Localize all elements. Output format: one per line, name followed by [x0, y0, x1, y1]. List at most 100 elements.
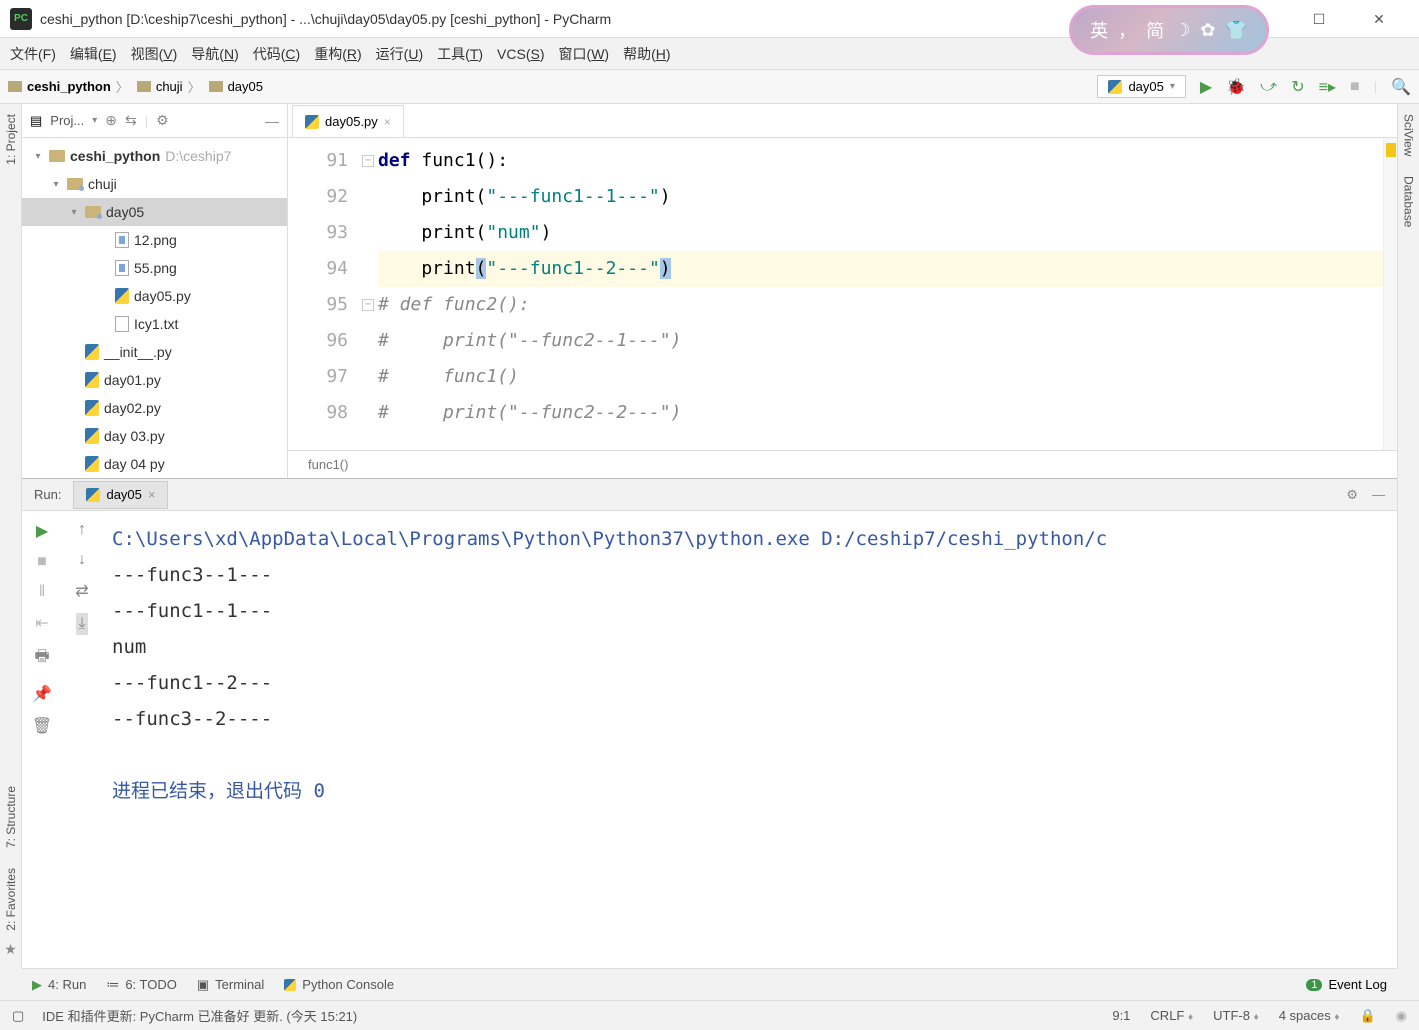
- menu-item[interactable]: 代码(C): [253, 44, 300, 64]
- stop-button[interactable]: ■: [1350, 78, 1360, 96]
- close-button[interactable]: ✕: [1359, 4, 1399, 34]
- menu-item[interactable]: VCS(S): [497, 46, 544, 62]
- project-tree[interactable]: ▾ceshi_python D:\ceship7▾chuji▾day0512.p…: [22, 138, 287, 478]
- locate-icon[interactable]: ⊕: [105, 112, 117, 129]
- python-icon: [1108, 80, 1122, 94]
- run-tab-label: day05: [106, 487, 141, 502]
- breadcrumb-item[interactable]: day05: [209, 79, 263, 94]
- editor-body[interactable]: 91−92939495−969798 def func1(): print("-…: [288, 138, 1397, 450]
- menu-item[interactable]: 编辑(E): [70, 44, 117, 64]
- menu-item[interactable]: 窗口(W): [559, 44, 610, 64]
- tree-node[interactable]: ▾day05: [22, 198, 287, 226]
- tree-node[interactable]: day 03.py: [22, 422, 287, 450]
- chevron-down-icon[interactable]: ▾: [92, 115, 97, 126]
- event-log-button[interactable]: Event Log: [1328, 977, 1387, 992]
- tree-node[interactable]: day02.py: [22, 394, 287, 422]
- run-output[interactable]: C:\Users\xd\AppData\Local\Programs\Pytho…: [102, 511, 1397, 968]
- search-button[interactable]: 🔍: [1391, 77, 1411, 97]
- rerun-button[interactable]: ▶: [36, 521, 48, 541]
- collapse-icon[interactable]: ⇆: [125, 112, 137, 129]
- breadcrumb-item[interactable]: chuji〉: [137, 77, 201, 96]
- gear-icon[interactable]: ⚙: [1346, 487, 1358, 503]
- down-icon[interactable]: ↓: [78, 551, 86, 569]
- moon-icon: ☽: [1174, 20, 1190, 41]
- bottom-tool-strip: ▶4: Run ≔6: TODO ▣Terminal Python Consol…: [22, 968, 1397, 1000]
- status-icon[interactable]: ▢: [12, 1008, 24, 1024]
- marker-bar[interactable]: [1383, 138, 1397, 450]
- up-icon[interactable]: ↑: [78, 521, 86, 539]
- exit-icon[interactable]: ⇤: [35, 613, 48, 633]
- close-icon[interactable]: ×: [384, 115, 391, 129]
- editor-tab-day05[interactable]: day05.py ×: [292, 105, 404, 137]
- run-gutter: ▶ ■ ‖ ⇤ 🖶 📌 🗑 ↑ ↓ ⇄ ⤓: [22, 511, 102, 968]
- status-message: IDE 和插件更新: PyCharm 已准备好 更新. (今天 15:21): [42, 1006, 357, 1025]
- ime-lang: 英: [1090, 17, 1108, 43]
- menu-item[interactable]: 重构(R): [314, 44, 361, 64]
- tree-node[interactable]: 55.png: [22, 254, 287, 282]
- favorites-tool-button[interactable]: 2: Favorites: [4, 868, 18, 931]
- tree-node[interactable]: day 04 py: [22, 450, 287, 478]
- tree-node[interactable]: Icy1.txt: [22, 310, 287, 338]
- close-icon[interactable]: ×: [148, 487, 156, 502]
- hide-icon[interactable]: —: [265, 113, 279, 129]
- menu-item[interactable]: 导航(N): [191, 44, 238, 64]
- menu-item[interactable]: 文件(F): [10, 44, 56, 64]
- editor-tab-label: day05.py: [325, 114, 378, 129]
- database-tool-button[interactable]: Database: [1402, 176, 1416, 227]
- main-area: ▤ Proj... ▾ ⊕ ⇆ | ⚙ — ▾ceshi_python D:\c…: [22, 104, 1397, 968]
- profile-button[interactable]: ↻: [1291, 77, 1304, 97]
- editor-code[interactable]: def func1(): print("---func1--1---") pri…: [378, 138, 1383, 450]
- breadcrumb-item[interactable]: ceshi_python〉: [8, 77, 129, 96]
- tree-node[interactable]: ▾chuji: [22, 170, 287, 198]
- menu-item[interactable]: 运行(U): [376, 44, 423, 64]
- indent-config[interactable]: 4 spaces ♦: [1279, 1008, 1340, 1024]
- menu-item[interactable]: 帮助(H): [623, 44, 670, 64]
- lock-icon[interactable]: 🔒: [1359, 1008, 1375, 1024]
- structure-tool-button[interactable]: 7: Structure: [4, 786, 18, 848]
- menu-item[interactable]: 工具(T): [437, 44, 483, 64]
- tree-node[interactable]: day01.py: [22, 366, 287, 394]
- file-encoding[interactable]: UTF-8 ♦: [1213, 1008, 1259, 1024]
- wrap-icon[interactable]: ⇄: [75, 581, 88, 601]
- hide-icon[interactable]: —: [1372, 487, 1385, 503]
- debug-button[interactable]: 🐞: [1226, 77, 1246, 97]
- pin-icon[interactable]: 📌: [32, 684, 52, 704]
- scroll-icon[interactable]: ⤓: [76, 613, 87, 635]
- print-icon[interactable]: 🖶: [34, 645, 49, 672]
- terminal-tool-button[interactable]: ▣Terminal: [197, 977, 264, 993]
- caret-position[interactable]: 9:1: [1112, 1008, 1130, 1024]
- gear-icon: ✿: [1200, 20, 1215, 41]
- run-pane-title: Run:: [22, 487, 73, 502]
- pause-icon[interactable]: ‖: [39, 583, 46, 601]
- stop-button[interactable]: ■: [37, 553, 47, 571]
- console-tool-button[interactable]: Python Console: [284, 977, 394, 992]
- project-tool-button[interactable]: 1: Project: [4, 114, 18, 165]
- trash-icon[interactable]: 🗑: [32, 716, 52, 736]
- ime-overlay[interactable]: 英 ， 简 ☽ ✿ 👕: [1069, 5, 1269, 55]
- editor-breadcrumb[interactable]: func1(): [288, 450, 1397, 478]
- run-tool-button[interactable]: ▶4: Run: [32, 977, 86, 993]
- inspector-icon[interactable]: ◉: [1396, 1008, 1407, 1024]
- tree-node[interactable]: __init__.py: [22, 338, 287, 366]
- editor-tabs: day05.py ×: [288, 104, 1397, 138]
- editor-pane: day05.py × 91−92939495−969798 def func1(…: [288, 104, 1397, 478]
- todo-tool-button[interactable]: ≔6: TODO: [106, 977, 177, 993]
- project-pane-header: ▤ Proj... ▾ ⊕ ⇆ | ⚙ —: [22, 104, 287, 138]
- sciview-tool-button[interactable]: SciView: [1402, 114, 1416, 156]
- status-bar: ▢ IDE 和插件更新: PyCharm 已准备好 更新. (今天 15:21)…: [0, 1000, 1419, 1030]
- python-icon: [86, 488, 100, 502]
- warning-marker[interactable]: [1386, 143, 1396, 157]
- tree-node[interactable]: ▾ceshi_python D:\ceship7: [22, 142, 287, 170]
- menu-item[interactable]: 视图(V): [131, 44, 178, 64]
- coverage-button[interactable]: ⤻: [1260, 78, 1277, 96]
- ime-comma: ，: [1118, 17, 1136, 43]
- tree-node[interactable]: day05.py: [22, 282, 287, 310]
- gear-icon[interactable]: ⚙: [156, 112, 169, 129]
- attach-button[interactable]: ≡▸: [1319, 77, 1336, 97]
- maximize-button[interactable]: ☐: [1299, 4, 1339, 34]
- run-config-selector[interactable]: day05 ▾: [1097, 75, 1185, 98]
- line-separator[interactable]: CRLF ♦: [1150, 1008, 1193, 1024]
- tree-node[interactable]: 12.png: [22, 226, 287, 254]
- run-button[interactable]: ▶: [1200, 77, 1212, 97]
- run-tab-day05[interactable]: day05 ×: [73, 481, 168, 509]
